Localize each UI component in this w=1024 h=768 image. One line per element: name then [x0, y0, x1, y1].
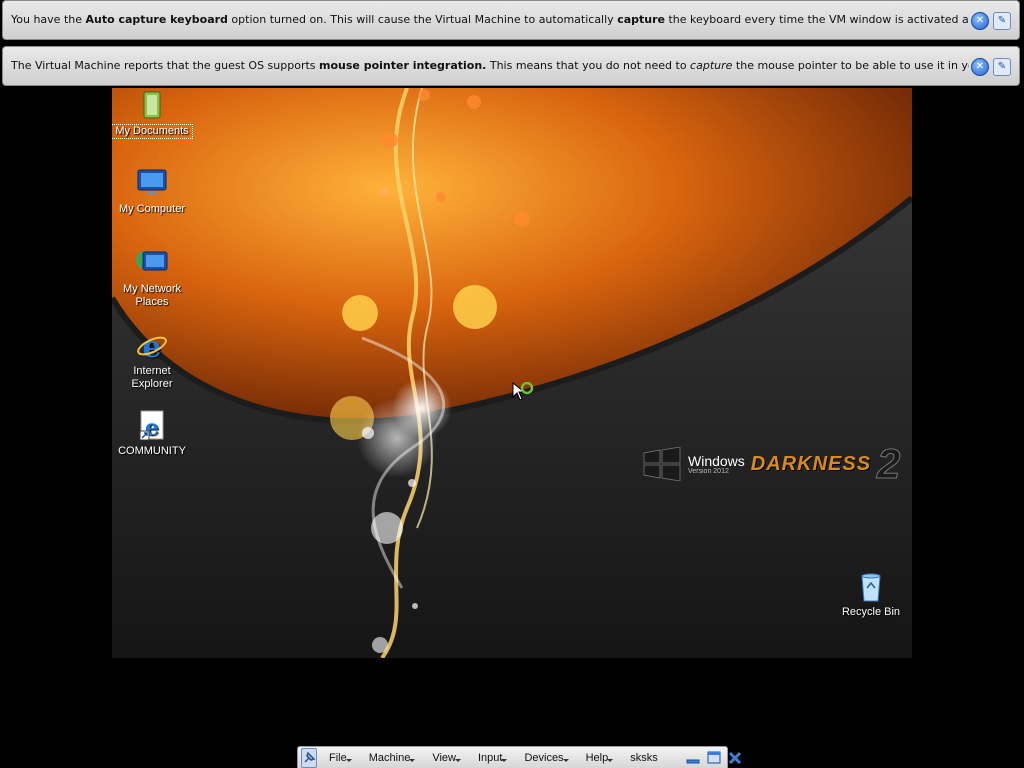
menu-machine[interactable]: Machine: [357, 752, 421, 764]
exit-fullscreen-button[interactable]: [706, 751, 722, 765]
close-icon[interactable]: ✕: [971, 58, 989, 76]
minimize-icon: [686, 759, 700, 763]
mouse-pointer-busy-icon: [512, 382, 534, 401]
menu-file[interactable]: File: [317, 752, 357, 764]
vm-name: sksks: [630, 751, 658, 764]
desktop-icon-recycle-bin[interactable]: Recycle Bin: [831, 571, 911, 619]
notification-text-segment: capture: [617, 13, 665, 26]
desktop-icon-label: My Network Places: [122, 283, 182, 308]
notification-text-segment: the keyboard every time the VM window is…: [668, 13, 969, 26]
internet-explorer-icon: e: [135, 330, 169, 365]
mouse-integration-notification: The Virtual Machine reports that the gue…: [2, 46, 1020, 86]
dont-show-again-icon[interactable]: ✎: [993, 12, 1011, 30]
desktop-icon-my-network-places[interactable]: My Network Places: [112, 248, 192, 309]
close-icon: [728, 751, 741, 764]
window-mode-icon: [707, 751, 721, 763]
notification-text-segment: You have the: [11, 13, 86, 26]
wallpaper-logo: Windows Version 2012 DARKNESS 2: [642, 440, 901, 488]
desktop-icon-internet-explorer[interactable]: e Internet Explorer: [112, 330, 192, 391]
computer-icon: [135, 168, 169, 200]
desktop-icon-my-computer[interactable]: My Computer: [112, 168, 192, 216]
desktop-icon-label: Internet Explorer: [131, 365, 173, 390]
notification-message: The Virtual Machine reports that the gue…: [11, 47, 969, 85]
close-vm-button[interactable]: [727, 751, 743, 765]
notification-text-segment: This means that you do not need to: [486, 59, 691, 72]
dont-show-again-icon[interactable]: ✎: [993, 58, 1011, 76]
vm-mini-toolbar: File Machine View Input Devices Help sks…: [297, 746, 741, 768]
notification-text-segment: the mouse pointer to be able to use it i…: [735, 59, 969, 72]
desktop-icon-label: Recycle Bin: [841, 606, 901, 618]
folder-documents-icon: [135, 90, 169, 122]
close-icon[interactable]: ✕: [971, 12, 989, 30]
notification-text-segment: mouse pointer integration.: [319, 59, 487, 72]
svg-text:e: e: [142, 330, 161, 362]
windows-flag-icon: [643, 447, 681, 481]
menu-input[interactable]: Input: [466, 752, 512, 764]
wallpaper: [112, 88, 912, 658]
menu-view[interactable]: View: [420, 752, 466, 764]
windows-wordmark: Windows: [688, 452, 745, 469]
auto-capture-notification: You have the Auto capture keyboard optio…: [2, 0, 1020, 40]
internet-shortcut-icon: e: [135, 410, 169, 442]
windows-version: Version 2012: [688, 467, 729, 475]
recycle-bin-icon: [854, 571, 888, 603]
menu-devices[interactable]: Devices: [512, 752, 573, 764]
pin-icon: [304, 751, 316, 763]
guest-desktop[interactable]: My Documents My Computer My Network Plac…: [112, 88, 912, 658]
notification-text-segment: The Virtual Machine reports that the gue…: [11, 59, 320, 72]
desktop-icon-my-documents[interactable]: My Documents: [112, 90, 193, 139]
brand-number: 2: [877, 440, 901, 488]
desktop-icon-community[interactable]: e COMMUNITY: [112, 410, 192, 458]
desktop-icon-label: My Computer: [118, 203, 186, 215]
network-icon: [135, 248, 169, 280]
desktop-icon-label: My Documents: [112, 124, 193, 139]
minimize-button[interactable]: [685, 751, 701, 765]
notification-text-segment: capture: [690, 59, 733, 72]
brand-wordmark: DARKNESS: [750, 452, 872, 475]
notification-message: You have the Auto capture keyboard optio…: [11, 1, 969, 39]
menu-help[interactable]: Help: [574, 752, 619, 764]
pin-toolbar-button[interactable]: [301, 747, 317, 768]
notification-text-segment: Auto capture keyboard: [85, 13, 228, 26]
desktop-icon-label: COMMUNITY: [118, 445, 186, 457]
notification-text-segment: option turned on. This will cause the Vi…: [227, 13, 618, 26]
